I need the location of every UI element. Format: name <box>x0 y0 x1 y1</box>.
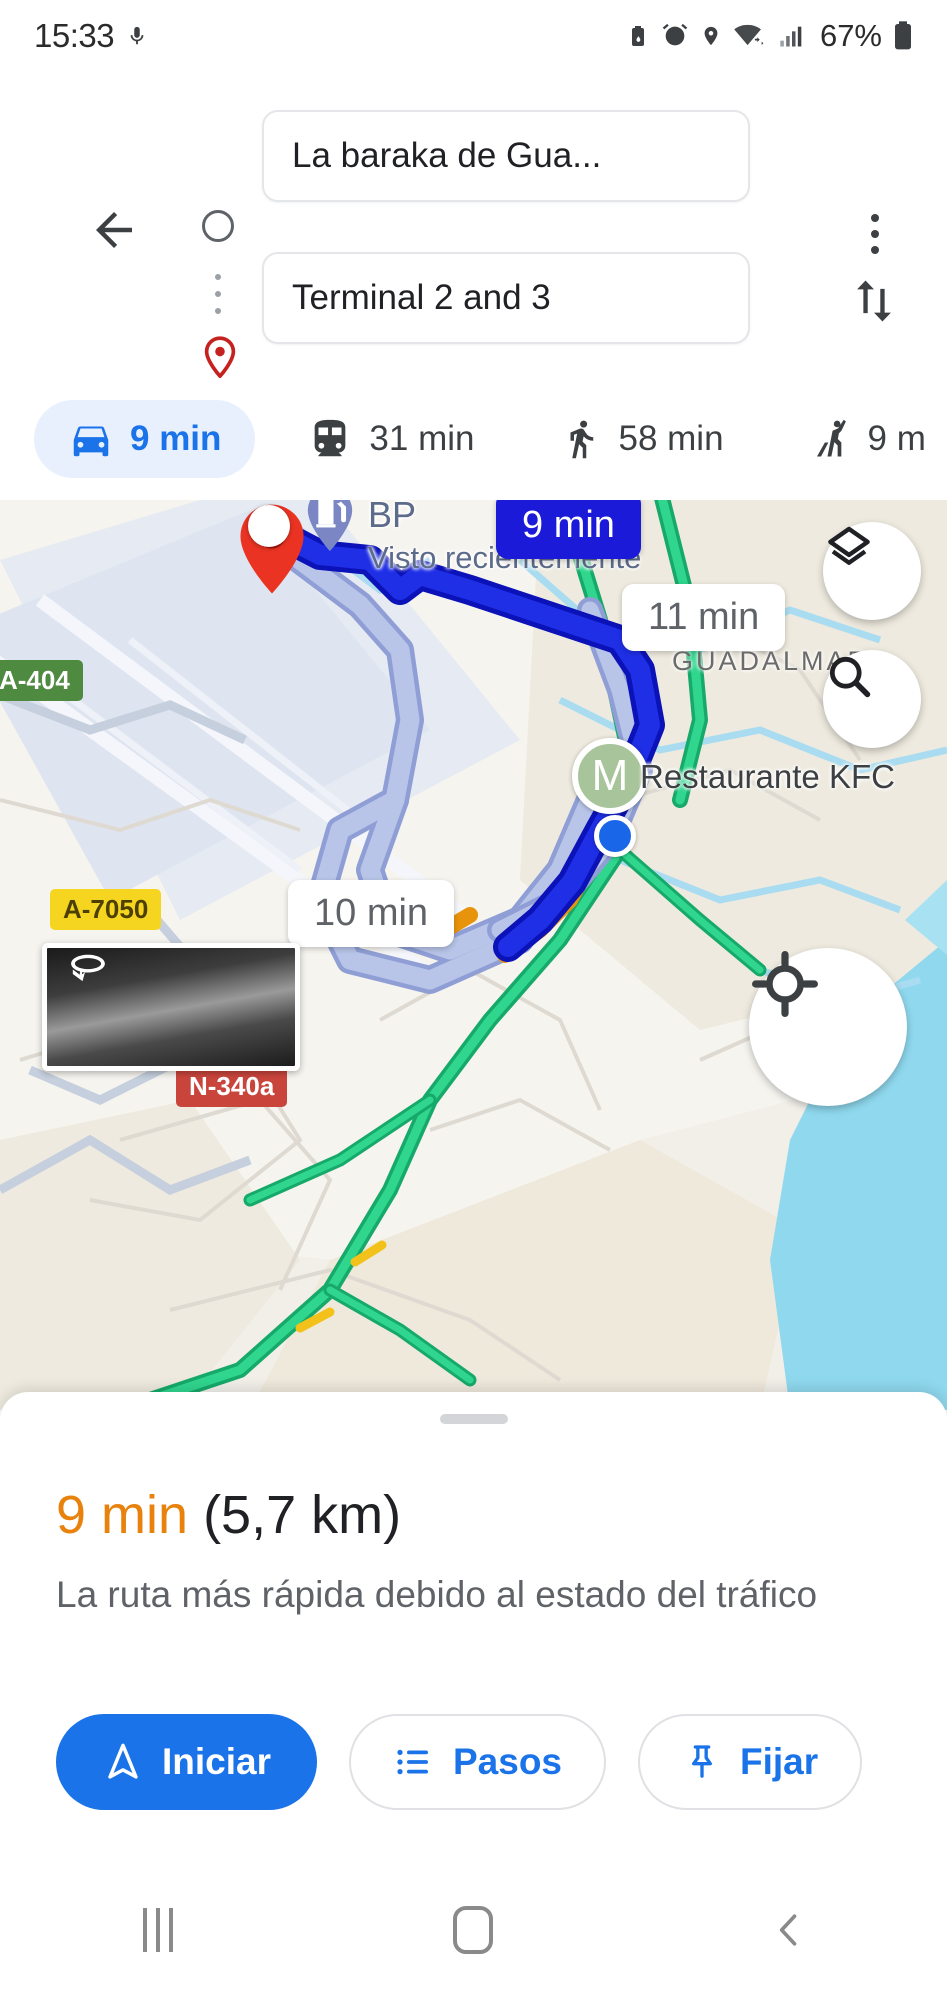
mic-icon <box>130 26 144 45</box>
my-location-button[interactable] <box>749 948 907 1106</box>
tab-transit[interactable]: 31 min <box>273 400 508 478</box>
home-icon <box>453 1906 494 1954</box>
travel-mode-tabs: 9 min 31 min 58 min 9 m <box>0 378 947 500</box>
start-navigation-button[interactable]: Iniciar <box>56 1714 317 1810</box>
navigation-arrow-icon <box>108 1743 138 1779</box>
start-navigation-label: Iniciar <box>162 1741 271 1782</box>
pin-icon <box>692 1745 713 1778</box>
route-summary: 9 min (5,7 km) <box>56 1484 401 1546</box>
map-layers-button[interactable] <box>823 522 921 620</box>
nav-home-button[interactable] <box>413 1885 533 1975</box>
map-transit-marker-label: M <box>591 751 629 800</box>
map-route-label-alt-2[interactable]: 10 min <box>288 880 455 947</box>
battery-icon <box>895 21 911 50</box>
back-button[interactable] <box>84 200 144 260</box>
recents-icon <box>142 1908 173 1952</box>
tab-transit-label: 31 min <box>369 419 475 458</box>
status-bar-right: 67% <box>626 18 913 54</box>
wifi-icon <box>734 24 764 46</box>
map-transit-marker[interactable]: M <box>572 738 648 814</box>
pin-button[interactable]: Fijar <box>638 1714 863 1810</box>
origin-input-value: La baraka de Gua... <box>292 136 602 175</box>
nav-back-button[interactable] <box>729 1885 849 1975</box>
train-icon <box>315 419 346 457</box>
battery-saver-icon <box>631 26 644 46</box>
map-canvas[interactable]: BP Visto recientemente 9 min 11 min GUAD… <box>0 500 947 1410</box>
route-dotted-line <box>215 274 221 314</box>
nav-recents-button[interactable] <box>98 1885 218 1975</box>
layers-icon <box>828 526 870 565</box>
map-route-label-alt-1[interactable]: 11 min <box>622 584 786 651</box>
map-shield-n340a: N-340a <box>176 1066 288 1107</box>
swap-endpoints-button[interactable] <box>843 270 905 332</box>
my-location-icon <box>752 951 818 1017</box>
overflow-menu-button[interactable] <box>851 204 899 264</box>
map-search-button[interactable] <box>823 650 921 748</box>
route-duration: 9 min <box>56 1485 189 1545</box>
tab-driving[interactable]: 9 min <box>34 400 256 478</box>
walk-icon <box>570 420 594 459</box>
map-route-label-selected[interactable]: 9 min <box>496 500 641 559</box>
destination-input[interactable]: Terminal 2 and 3 <box>262 252 750 344</box>
more-vert-icon <box>871 214 879 222</box>
status-time: 15:33 <box>34 17 115 54</box>
location-icon <box>704 26 718 46</box>
origin-input[interactable]: La baraka de Gua... <box>262 110 750 202</box>
streetview-rotate-icon <box>71 954 105 982</box>
battery-percent: 67% <box>819 18 882 53</box>
pin-label: Fijar <box>740 1741 819 1782</box>
search-icon <box>829 656 871 698</box>
route-header: La baraka de Gua... Terminal 2 and 3 <box>0 72 947 379</box>
status-bar-left: 15:33 <box>34 17 148 55</box>
route-details-sheet: 9 min (5,7 km) La ruta más rápida debido… <box>0 1392 947 1860</box>
route-description: La ruta más rápida debido al estado del … <box>56 1574 818 1615</box>
tab-walking[interactable]: 58 min <box>526 400 757 478</box>
status-bar: 15:33 67% <box>0 0 947 72</box>
route-actions: Iniciar Pasos Fijar <box>56 1714 863 1810</box>
map-shield-a7050: A-7050 <box>50 889 162 930</box>
phone-screen: 15:33 67% La baraka de Gua... Terminal 2… <box>0 0 947 2000</box>
taxi-hail-icon <box>816 419 846 457</box>
alarm-icon <box>662 23 688 46</box>
streetview-thumbnail[interactable] <box>42 943 300 1071</box>
route-distance: (5,7 km) <box>203 1485 402 1545</box>
tab-walking-label: 58 min <box>618 419 724 458</box>
sheet-drag-handle[interactable] <box>439 1414 508 1424</box>
map-shield-a404: A-404 <box>0 660 83 701</box>
map-waypoint-dot <box>594 815 636 857</box>
steps-label: Pasos <box>453 1741 563 1782</box>
tab-driving-label: 9 min <box>130 419 222 458</box>
destination-input-value: Terminal 2 and 3 <box>292 278 551 317</box>
steps-button[interactable]: Pasos <box>349 1714 607 1810</box>
back-chevron-icon <box>779 1914 797 1946</box>
tab-rideshare[interactable]: 9 m <box>776 400 947 478</box>
swap-vert-icon <box>857 280 891 322</box>
map-origin-dot <box>248 505 290 547</box>
back-arrow-icon <box>96 212 132 248</box>
list-icon <box>397 1749 428 1775</box>
android-nav-bar <box>0 1860 947 2000</box>
route-node-column <box>190 182 250 382</box>
car-icon <box>73 426 109 457</box>
tab-rideshare-label: 9 m <box>867 419 926 458</box>
origin-circle-icon <box>202 210 234 242</box>
signal-icon <box>780 26 802 47</box>
